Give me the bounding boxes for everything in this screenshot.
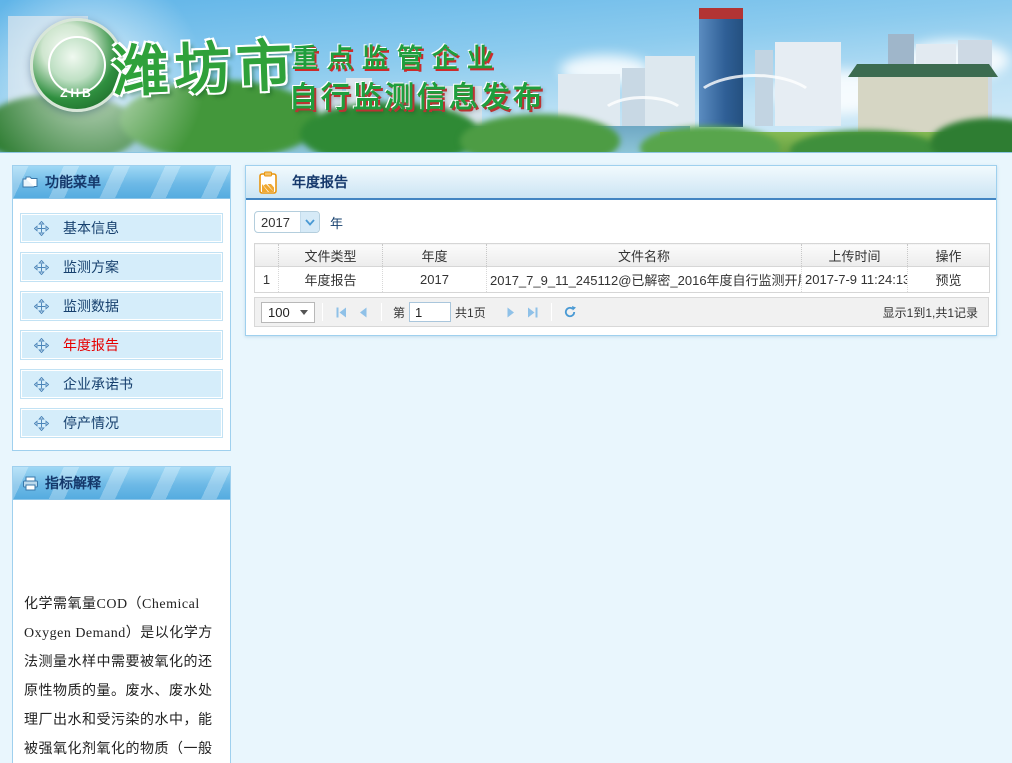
page-prefix-label: 第 <box>393 304 405 321</box>
table-header-row: 文件类型 年度 文件名称 上传时间 操作 <box>255 244 990 267</box>
col-file-type: 文件类型 <box>279 244 383 267</box>
refresh-button[interactable] <box>559 301 581 323</box>
tree <box>460 114 620 153</box>
indicator-header: 指标解释 <box>13 467 230 500</box>
first-page-button[interactable] <box>330 301 352 323</box>
first-page-icon <box>335 306 348 319</box>
annual-report-table: 文件类型 年度 文件名称 上传时间 操作 1 年度报告 2017 2017_7_… <box>254 243 990 293</box>
page-size-select[interactable]: 100 <box>261 302 315 323</box>
sidebar-item-label: 年度报告 <box>63 335 119 355</box>
move-arrows-icon <box>34 338 49 353</box>
annual-report-panel: 年度报告 2017 年 文件类型 年度 文件名称 <box>245 165 997 336</box>
caret-down-icon <box>300 310 308 315</box>
function-menu-title: 功能菜单 <box>45 172 101 192</box>
pagoda-roof <box>848 64 998 77</box>
city-title: 潍坊市 <box>111 21 300 108</box>
chevron-down-icon <box>300 212 319 232</box>
page-size-value: 100 <box>268 305 290 320</box>
prev-page-button[interactable] <box>352 301 374 323</box>
move-arrows-icon <box>34 377 49 392</box>
year-select-value: 2017 <box>255 215 290 230</box>
top-banner: ZHB 潍坊市 重点监管企业 自行监测信息发布 <box>0 0 1012 153</box>
year-suffix-label: 年 <box>330 213 343 232</box>
divider <box>381 303 382 321</box>
next-page-icon <box>504 306 517 319</box>
annual-report-header: 年度报告 <box>246 166 996 200</box>
sidebar-item-label: 企业承诺书 <box>63 374 133 394</box>
function-menu-header: 功能菜单 <box>13 166 230 199</box>
total-pages-label: 共1页 <box>455 304 486 321</box>
cell-upload-time: 2017-7-9 11:24:13 <box>802 267 908 293</box>
year-select[interactable]: 2017 <box>254 211 320 233</box>
tower-red-cap <box>699 8 743 19</box>
sidebar-item-monitoring-plan[interactable]: 监测方案 <box>20 252 223 282</box>
prev-page-icon <box>357 306 370 319</box>
move-arrows-icon <box>34 416 49 431</box>
last-page-icon <box>526 306 539 319</box>
function-menu-panel: 功能菜单 基本信息 <box>12 165 231 451</box>
annual-report-body: 2017 年 文件类型 年度 文件名称 上传时间 操作 <box>246 200 996 335</box>
cell-file-type: 年度报告 <box>279 267 383 293</box>
year-filter-row: 2017 年 <box>254 210 988 234</box>
tree <box>790 130 940 153</box>
move-arrows-icon <box>34 299 49 314</box>
preview-link[interactable]: 预览 <box>908 267 990 293</box>
record-summary: 显示1到1,共1记录 <box>883 304 982 321</box>
divider <box>551 303 552 321</box>
refresh-icon <box>563 305 577 319</box>
sidebar-item-label: 监测数据 <box>63 296 119 316</box>
col-index <box>255 244 279 267</box>
sidebar-item-annual-report[interactable]: 年度报告 <box>20 330 223 360</box>
indicator-title: 指标解释 <box>45 473 101 493</box>
col-action: 操作 <box>908 244 990 267</box>
banner-subtitle-2: 自行监测信息发布 <box>289 74 545 116</box>
col-upload-time: 上传时间 <box>802 244 908 267</box>
sidebar-item-label: 监测方案 <box>63 257 119 277</box>
move-arrows-icon <box>34 260 49 275</box>
col-file-name: 文件名称 <box>487 244 802 267</box>
cell-index: 1 <box>255 267 279 293</box>
sidebar: 功能菜单 基本信息 <box>12 165 231 763</box>
page-number-input[interactable] <box>409 302 451 322</box>
move-arrows-icon <box>34 221 49 236</box>
cell-year: 2017 <box>383 267 487 293</box>
indicator-explanation-panel: 指标解释 化学需氧量COD（Chemical Oxygen Demand）是以化… <box>12 466 231 763</box>
tree <box>930 118 1012 153</box>
printer-icon <box>22 476 39 491</box>
sidebar-item-label: 基本信息 <box>63 218 119 238</box>
indicator-text: 化学需氧量COD（Chemical Oxygen Demand）是以化学方法测量… <box>13 500 230 763</box>
cell-file-name: 2017_7_9_11_245112@已解密_2016年度自行监测开展情况年 <box>487 267 802 293</box>
page-title: 年度报告 <box>292 172 348 192</box>
sidebar-item-monitoring-data[interactable]: 监测数据 <box>20 291 223 321</box>
col-year: 年度 <box>383 244 487 267</box>
banner-subtitle-1: 重点监管企业 <box>292 38 502 75</box>
sidebar-item-basic-info[interactable]: 基本信息 <box>20 213 223 243</box>
menu-list: 基本信息 监测方案 <box>13 199 230 450</box>
sidebar-item-enterprise-commitment[interactable]: 企业承诺书 <box>20 369 223 399</box>
last-page-button[interactable] <box>522 301 544 323</box>
clipboard-icon <box>258 171 278 194</box>
table-row[interactable]: 1 年度报告 2017 2017_7_9_11_245112@已解密_2016年… <box>255 267 990 293</box>
logo-text: ZHB <box>33 86 121 100</box>
sidebar-item-production-stoppage[interactable]: 停产情况 <box>20 408 223 438</box>
sidebar-item-label: 停产情况 <box>63 413 119 433</box>
folder-icon <box>22 175 39 189</box>
pagination-bar: 100 第 共1页 <box>254 297 989 327</box>
divider <box>322 303 323 321</box>
tree <box>640 126 780 153</box>
next-page-button[interactable] <box>500 301 522 323</box>
